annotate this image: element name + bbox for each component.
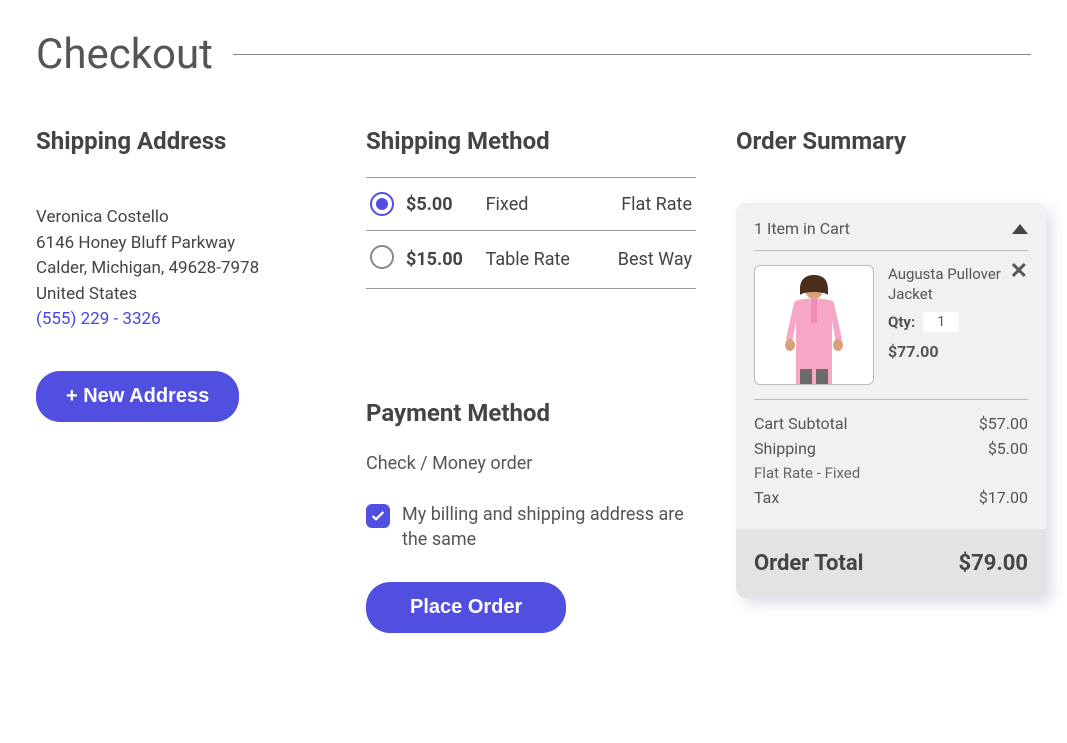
same-address-checkbox[interactable] (366, 504, 390, 528)
item-price: $77.00 (888, 342, 1028, 361)
qty-label: Qty: (888, 313, 915, 331)
shipping-option-price: $15.00 (402, 231, 482, 289)
remove-item-icon[interactable]: ✕ (1010, 259, 1028, 284)
order-total-label: Order Total (754, 551, 863, 576)
shipping-option-label: Table Rate (482, 231, 595, 289)
subtotal-value: $57.00 (979, 414, 1028, 433)
address-phone[interactable]: (555) 229 - 3326 (36, 307, 326, 333)
place-order-button[interactable]: Place Order (366, 582, 566, 633)
tax-value: $17.00 (979, 488, 1028, 507)
shipping-address-heading: Shipping Address (36, 127, 326, 155)
shipping-sub: Flat Rate - Fixed (754, 464, 860, 482)
new-address-button[interactable]: + New Address (36, 371, 239, 422)
payment-type: Check / Money order (366, 453, 696, 474)
shipping-method-heading: Shipping Method (366, 127, 696, 155)
order-summary-card: 1 Item in Cart (736, 203, 1046, 598)
collapse-icon[interactable] (1012, 224, 1028, 234)
page-title: Checkout (36, 30, 213, 79)
address-street: 6146 Honey Bluff Parkway (36, 231, 326, 257)
product-thumbnail (754, 265, 874, 385)
tax-label: Tax (754, 488, 779, 507)
product-name: Augusta Pullover Jacket (888, 265, 1028, 304)
shipping-address-block: Veronica Costello 6146 Honey Bluff Parkw… (36, 205, 326, 333)
shipping-option-row[interactable]: $15.00 Table Rate Best Way (366, 231, 696, 289)
payment-method-heading: Payment Method (366, 399, 696, 427)
shipping-option-price: $5.00 (402, 178, 482, 231)
address-city-state-zip: Calder, Michigan, 49628-7978 (36, 256, 326, 282)
cart-item: Augusta Pullover Jacket Qty: 1 $77.00 ✕ (754, 251, 1028, 400)
same-address-label: My billing and shipping address are the … (402, 502, 696, 552)
qty-value[interactable]: 1 (923, 312, 959, 332)
subtotal-label: Cart Subtotal (754, 414, 847, 433)
order-summary-heading: Order Summary (736, 127, 1046, 155)
shipping-label: Shipping (754, 439, 816, 458)
shipping-value: $5.00 (988, 439, 1028, 458)
address-name: Veronica Costello (36, 205, 326, 231)
cart-count-label: 1 Item in Cart (754, 219, 850, 238)
shipping-method-table: $5.00 Fixed Flat Rate $15.00 Table Rate … (366, 177, 696, 289)
shipping-option-carrier: Flat Rate (595, 178, 696, 231)
shipping-option-label: Fixed (482, 178, 595, 231)
address-country: United States (36, 282, 326, 308)
order-total-value: $79.00 (959, 551, 1029, 576)
radio-selected-icon[interactable] (370, 192, 394, 216)
shipping-option-row[interactable]: $5.00 Fixed Flat Rate (366, 178, 696, 231)
shipping-option-carrier: Best Way (595, 231, 696, 289)
check-icon (370, 508, 386, 524)
header-divider (233, 54, 1031, 55)
radio-unselected-icon[interactable] (370, 245, 394, 269)
